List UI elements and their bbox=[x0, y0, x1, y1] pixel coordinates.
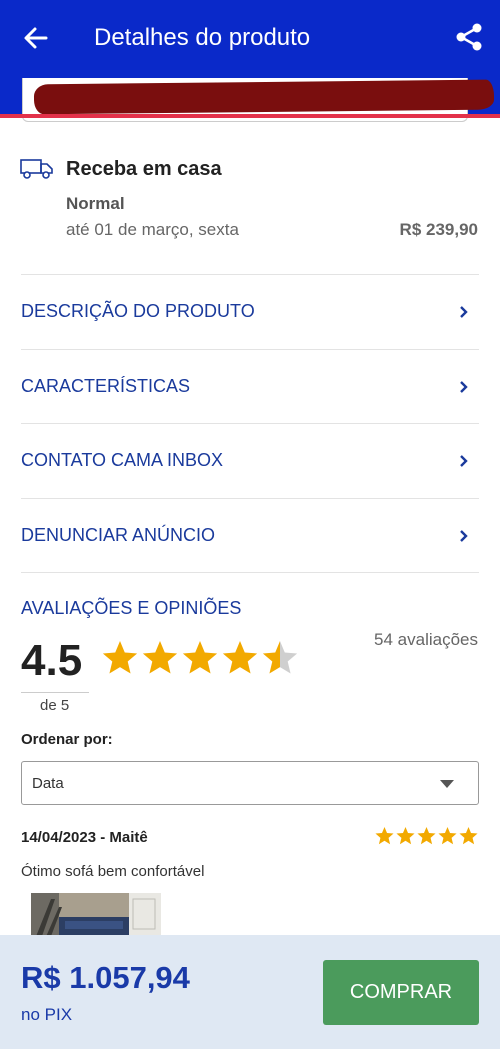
header-accent-line bbox=[0, 114, 500, 118]
price-payment-method: no PIX bbox=[21, 1005, 73, 1024]
star-icon bbox=[438, 827, 457, 845]
review-photo[interactable] bbox=[31, 893, 161, 939]
star-icon bbox=[459, 827, 478, 845]
star-icon bbox=[222, 641, 258, 674]
share-icon[interactable] bbox=[452, 20, 486, 54]
review-header: 14/04/2023 - Maitê bbox=[21, 829, 148, 846]
menu-item-label: CARACTERÍSTICAS bbox=[21, 376, 191, 396]
star-icon bbox=[102, 641, 138, 674]
review-text: Ótimo sofá bem confortável bbox=[21, 863, 205, 880]
rating-stars bbox=[102, 641, 298, 674]
order-label: Ordenar por: bbox=[21, 731, 113, 748]
price: R$ 1.057,94 bbox=[21, 960, 190, 995]
menu-item-caracteristicas[interactable]: CARACTERÍSTICAS bbox=[21, 349, 479, 423]
star-icon bbox=[182, 641, 218, 674]
rating-scale: de 5 bbox=[40, 697, 70, 714]
star-icon bbox=[142, 641, 178, 674]
delivery-title: Receba em casa bbox=[66, 158, 222, 180]
chevron-right-icon bbox=[460, 381, 468, 393]
star-icon bbox=[396, 827, 415, 845]
review-stars bbox=[375, 827, 478, 845]
menu-item-label: DESCRIÇÃO DO PRODUTO bbox=[21, 301, 255, 321]
menu-item-contato[interactable]: CONTATO CAMA INBOX bbox=[21, 423, 479, 497]
truck-icon bbox=[20, 159, 53, 179]
menu-item-descricao[interactable]: DESCRIÇÃO DO PRODUTO bbox=[21, 274, 479, 348]
order-select[interactable]: Data bbox=[21, 761, 479, 805]
buy-button[interactable]: COMPRAR bbox=[323, 960, 479, 1025]
delivery-type: Normal bbox=[66, 194, 125, 213]
star-icon bbox=[262, 641, 298, 674]
redacted-address bbox=[33, 79, 495, 115]
star-icon bbox=[417, 827, 436, 845]
chevron-right-icon bbox=[460, 530, 468, 542]
delivery-price: R$ 239,90 bbox=[399, 220, 478, 239]
reviews-title: AVALIAÇÕES E OPINIÕES bbox=[21, 598, 242, 618]
menu-item-denunciar[interactable]: DENUNCIAR ANÚNCIO bbox=[21, 498, 479, 572]
rating-underline bbox=[21, 692, 89, 693]
menu-item-label: CONTATO CAMA INBOX bbox=[21, 450, 224, 470]
menu-item-label: DENUNCIAR ANÚNCIO bbox=[21, 525, 216, 545]
star-icon bbox=[375, 827, 394, 845]
divider bbox=[21, 572, 479, 573]
chevron-right-icon bbox=[460, 455, 468, 467]
reviews-count: 54 avaliações bbox=[374, 630, 478, 649]
arrow-left-icon[interactable] bbox=[20, 22, 52, 54]
caret-down-icon bbox=[440, 780, 454, 788]
order-select-value: Data bbox=[32, 775, 64, 792]
page-title: Detalhes do produto bbox=[94, 24, 311, 51]
rating-value: 4.5 bbox=[21, 636, 83, 685]
chevron-right-icon bbox=[460, 306, 468, 318]
delivery-date: até 01 de março, sexta bbox=[66, 220, 239, 239]
